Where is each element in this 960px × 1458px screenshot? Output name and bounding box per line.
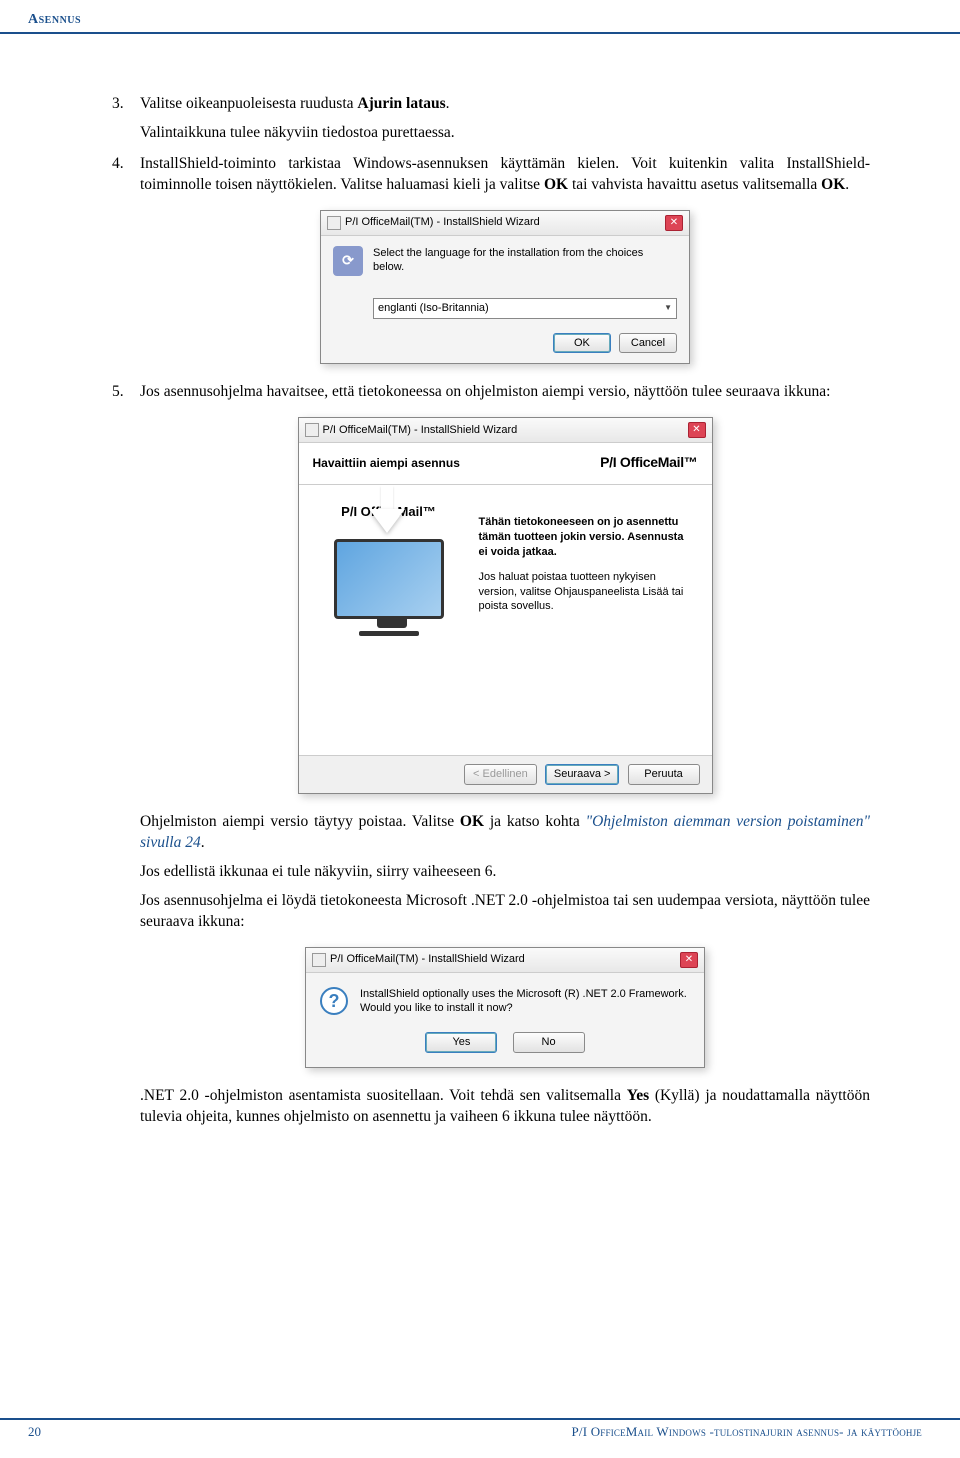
dialog-title: P/I OfficeMail(TM) - InstallShield Wizar… xyxy=(345,215,540,230)
language-dropdown[interactable]: englanti (Iso-Britannia) ▼ xyxy=(373,298,677,319)
app-icon xyxy=(305,423,319,437)
ok-button[interactable]: OK xyxy=(553,333,611,354)
document-title: P/I OfficeMail Windows -tulostinajurin a… xyxy=(571,1424,922,1440)
step-3: 3. Valitse oikeanpuoleisesta ruudusta Aj… xyxy=(140,94,870,144)
dialog-message: InstallShield optionally uses the Micros… xyxy=(360,987,687,1017)
step-number: 3. xyxy=(112,94,124,115)
close-icon[interactable]: ✕ xyxy=(680,952,698,968)
download-arrow-icon xyxy=(369,509,405,533)
step-4: 4. InstallShield-toiminto tarkistaa Wind… xyxy=(140,154,870,196)
main-content: 3. Valitse oikeanpuoleisesta ruudusta Aj… xyxy=(0,34,960,1128)
dialog-message-1: Tähän tietokoneeseen on jo asennettu täm… xyxy=(479,515,696,560)
dialog-message-2: Jos haluat poistaa tuotteen nykyisen ver… xyxy=(479,570,696,615)
close-icon[interactable]: ✕ xyxy=(665,215,683,231)
close-icon[interactable]: ✕ xyxy=(688,422,706,438)
language-dialog: P/I OfficeMail(TM) - InstallShield Wizar… xyxy=(320,210,690,365)
step-5-after3: Jos asennusohjelma ei löydä tietokoneest… xyxy=(140,891,870,933)
dialog-titlebar: P/I OfficeMail(TM) - InstallShield Wizar… xyxy=(306,948,704,973)
step-5: 5. Jos asennusohjelma havaitsee, että ti… xyxy=(140,382,870,403)
back-button[interactable]: < Edellinen xyxy=(464,764,537,785)
dialog-heading: Havaittiin aiempi asennus xyxy=(313,455,460,471)
question-icon: ? xyxy=(320,987,348,1015)
globe-icon: ⟳ xyxy=(333,246,363,276)
dialog-title: P/I OfficeMail(TM) - InstallShield Wizar… xyxy=(323,423,518,438)
app-icon xyxy=(312,953,326,967)
previous-install-dialog: P/I OfficeMail(TM) - InstallShield Wizar… xyxy=(298,417,713,794)
dotnet-prompt-dialog: P/I OfficeMail(TM) - InstallShield Wizar… xyxy=(305,947,705,1069)
page-footer: 20 P/I OfficeMail Windows -tulostinajuri… xyxy=(0,1418,960,1440)
step-5-after4: .NET 2.0 -ohjelmiston asentamista suosit… xyxy=(140,1086,870,1128)
monitor-graphic xyxy=(334,539,444,636)
dropdown-value: englanti (Iso-Britannia) xyxy=(378,301,489,316)
step-number: 4. xyxy=(112,154,124,175)
page-number: 20 xyxy=(28,1424,41,1440)
step-number: 5. xyxy=(112,382,124,403)
app-icon xyxy=(327,216,341,230)
section-label: Asennus xyxy=(28,12,81,27)
dialog-title: P/I OfficeMail(TM) - InstallShield Wizar… xyxy=(330,952,525,967)
cancel-button[interactable]: Peruuta xyxy=(628,764,700,785)
page-header: Asennus xyxy=(0,0,960,34)
step-3-para2: Valintaikkuna tulee näkyviin tiedostoa p… xyxy=(140,123,870,144)
step-5-after2: Jos edellistä ikkunaa ei tule näkyviin, … xyxy=(140,862,870,883)
cancel-button[interactable]: Cancel xyxy=(619,333,677,354)
no-button[interactable]: No xyxy=(513,1032,585,1053)
dialog-titlebar: P/I OfficeMail(TM) - InstallShield Wizar… xyxy=(299,418,712,443)
dialog-titlebar: P/I OfficeMail(TM) - InstallShield Wizar… xyxy=(321,211,689,236)
dialog-message: Select the language for the installation… xyxy=(373,246,677,276)
step-text: Jos asennusohjelma havaitsee, että tieto… xyxy=(140,382,870,403)
step-text: Valitse oikeanpuoleisesta ruudusta Ajuri… xyxy=(140,94,870,115)
yes-button[interactable]: Yes xyxy=(425,1032,497,1053)
step-5-after1: Ohjelmiston aiempi versio täytyy poistaa… xyxy=(140,812,870,854)
next-button[interactable]: Seuraava > xyxy=(545,764,620,785)
chevron-down-icon: ▼ xyxy=(664,303,672,314)
step-text: InstallShield-toiminto tarkistaa Windows… xyxy=(140,154,870,196)
brand-label: P/I OfficeMail™ xyxy=(600,453,697,472)
